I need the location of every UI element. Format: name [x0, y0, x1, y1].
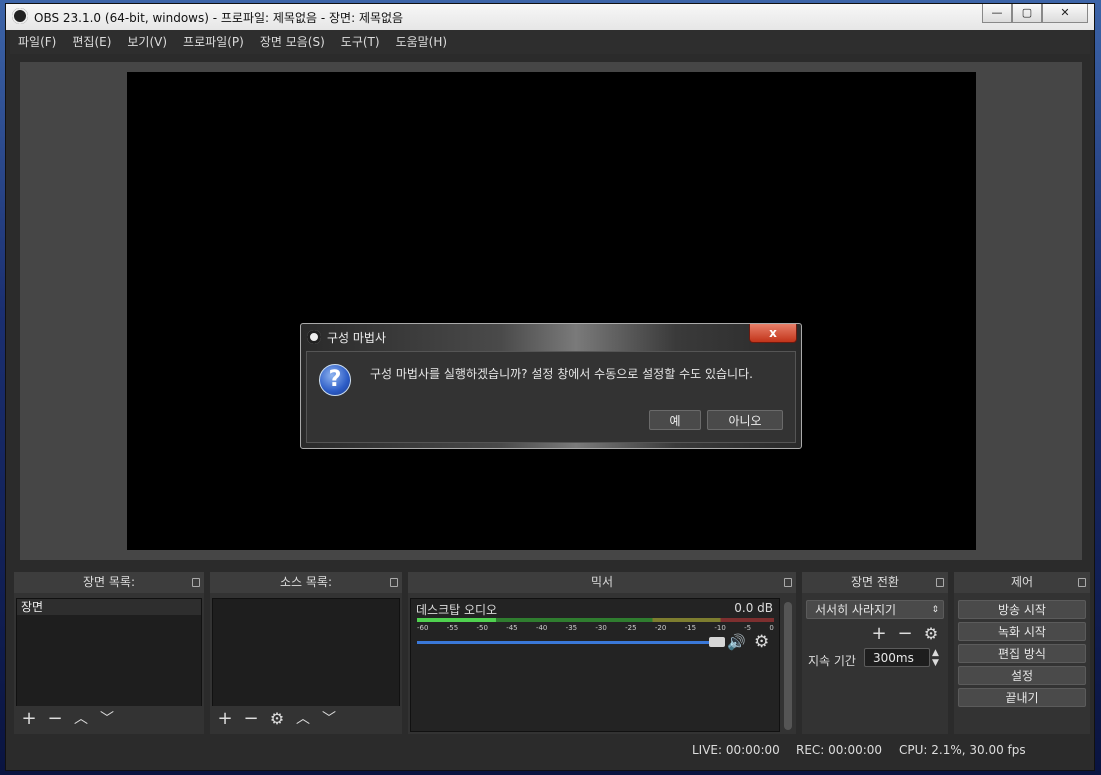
- remove-scene-icon[interactable]: −: [42, 708, 68, 730]
- transitions-dock: 장면 전환 서서히 사라지기 ⇕ + − ⚙ 지속 기간 300ms ▲ ▼: [802, 572, 948, 734]
- meter-tick: -55: [446, 624, 459, 632]
- duration-input[interactable]: 300ms: [864, 648, 930, 667]
- controls-dock-title: 제어: [1010, 575, 1034, 589]
- volume-meter-level: [417, 618, 496, 622]
- menu-tools[interactable]: 도구(T): [333, 30, 388, 54]
- mixer-dock-title: 믹서: [590, 575, 614, 589]
- no-button[interactable]: 아니오: [707, 410, 783, 430]
- dock-float-icon[interactable]: [784, 578, 792, 587]
- remove-source-icon[interactable]: −: [238, 708, 264, 730]
- meter-tick: -60: [417, 624, 429, 632]
- yes-button[interactable]: 예: [649, 410, 701, 430]
- title-bar[interactable]: OBS 23.1.0 (64-bit, windows) - 프로파일: 제목없…: [6, 4, 1094, 30]
- dialog-message: 구성 마법사를 실행하겠습니까? 설정 창에서 수동으로 설정할 수도 있습니다…: [370, 367, 753, 381]
- sources-dock: 소스 목록: + − ⚙ ︿ ﹀: [210, 572, 402, 734]
- transition-properties-icon[interactable]: ⚙: [918, 623, 944, 645]
- meter-tick: -5: [744, 624, 752, 632]
- remove-transition-icon[interactable]: −: [892, 623, 918, 645]
- meter-tick: 0: [769, 624, 774, 632]
- scenes-dock-title: 장면 목록:: [82, 575, 136, 589]
- duration-value: 300ms: [873, 651, 914, 665]
- dialog-title: 구성 마법사: [327, 331, 387, 345]
- select-arrows-icon: ⇕: [931, 605, 939, 615]
- speaker-icon[interactable]: 🔊: [727, 633, 746, 651]
- volume-slider[interactable]: [417, 641, 717, 644]
- auto-config-dialog: 구성 마법사 x ? 구성 마법사를 실행하겠습니까? 설정 창에서 수동으로 …: [300, 323, 802, 449]
- menu-bar: 파일(F) 편집(E) 보기(V) 프로파일(P) 장면 모음(S) 도구(T)…: [10, 30, 1090, 54]
- mixer-dock: 믹서 데스크탑 오디오 0.0 dB -60 -55 -50 -45 -40 -35 -30…: [408, 572, 796, 734]
- meter-tick: -10: [714, 624, 726, 632]
- sources-dock-title: 소스 목록:: [279, 575, 333, 589]
- window-title: OBS 23.1.0 (64-bit, windows) - 프로파일: 제목없…: [34, 11, 404, 25]
- exit-button[interactable]: 끝내기: [958, 688, 1086, 707]
- minimize-button[interactable]: —: [982, 4, 1012, 23]
- meter-tick: -50: [476, 624, 488, 632]
- menu-edit[interactable]: 편집(E): [64, 30, 119, 54]
- add-source-icon[interactable]: +: [212, 708, 238, 730]
- obs-logo-icon: [307, 330, 321, 344]
- meter-tick: -15: [684, 624, 697, 632]
- meter-ticks: -60 -55 -50 -45 -40 -35 -30 -25 -20 -15 -10 -5 0: [417, 624, 774, 632]
- transitions-dock-title: 장면 전환: [851, 575, 899, 589]
- move-up-icon[interactable]: ︿: [68, 708, 94, 730]
- move-down-icon[interactable]: ﹀: [94, 708, 120, 730]
- volume-meter: [417, 618, 774, 622]
- mixer-track-name: 데스크탑 오디오: [416, 603, 498, 617]
- question-icon: ?: [319, 364, 351, 396]
- start-recording-button[interactable]: 녹화 시작: [958, 622, 1086, 641]
- dialog-body: ? 구성 마법사를 실행하겠습니까? 설정 창에서 수동으로 설정할 수도 있습…: [306, 351, 796, 443]
- menu-file[interactable]: 파일(F): [10, 30, 64, 54]
- duration-label: 지속 기간: [808, 654, 856, 668]
- dock-float-icon[interactable]: [192, 578, 200, 587]
- menu-scene-collection[interactable]: 장면 모음(S): [252, 30, 333, 54]
- obs-logo-icon: [12, 8, 28, 24]
- duration-spinner-icon[interactable]: ▲ ▼: [932, 648, 939, 668]
- dock-float-icon[interactable]: [390, 578, 398, 587]
- dock-float-icon[interactable]: [936, 578, 944, 587]
- mixer-area: 데스크탑 오디오 0.0 dB -60 -55 -50 -45 -40 -35 -30 -25…: [410, 598, 780, 732]
- volume-slider-knob[interactable]: [709, 637, 725, 647]
- add-transition-icon[interactable]: +: [866, 623, 892, 645]
- move-down-icon[interactable]: ﹀: [316, 708, 342, 730]
- meter-tick: -20: [654, 624, 667, 632]
- scenes-list[interactable]: 장면: [16, 598, 202, 708]
- live-status: LIVE: 00:00:00: [692, 743, 780, 757]
- start-streaming-button[interactable]: 방송 시작: [958, 600, 1086, 619]
- dock-float-icon[interactable]: [1078, 578, 1086, 587]
- add-scene-icon[interactable]: +: [16, 708, 42, 730]
- scenes-dock: 장면 목록: 장면 + − ︿ ﹀: [14, 572, 204, 734]
- source-properties-icon[interactable]: ⚙: [264, 708, 290, 730]
- controls-dock: 제어 방송 시작 녹화 시작 편집 방식 설정 끝내기: [954, 572, 1090, 734]
- menu-profile[interactable]: 프로파일(P): [175, 30, 252, 54]
- maximize-button[interactable]: ▢: [1012, 4, 1042, 23]
- preview-area: [20, 62, 1082, 560]
- mixer-db-value: 0.0 dB: [734, 601, 773, 615]
- move-up-icon[interactable]: ︿: [290, 708, 316, 730]
- rec-status: REC: 00:00:00: [796, 743, 883, 757]
- meter-tick: -30: [595, 624, 607, 632]
- dialog-close-button[interactable]: x: [749, 324, 797, 343]
- meter-tick: -40: [535, 624, 548, 632]
- meter-tick: -25: [625, 624, 637, 632]
- sources-list[interactable]: [212, 598, 400, 708]
- transition-select-value: 서서히 사라지기: [815, 603, 897, 617]
- preview-canvas[interactable]: [127, 72, 976, 550]
- scene-item[interactable]: 장면: [17, 599, 201, 615]
- mixer-settings-icon[interactable]: ⚙: [754, 632, 769, 652]
- meter-tick: -35: [565, 624, 578, 632]
- settings-button[interactable]: 설정: [958, 666, 1086, 685]
- meter-tick: -45: [506, 624, 518, 632]
- close-button[interactable]: ✕: [1042, 4, 1088, 23]
- transition-select[interactable]: 서서히 사라지기 ⇕: [806, 600, 944, 619]
- studio-mode-button[interactable]: 편집 방식: [958, 644, 1086, 663]
- cpu-status: CPU: 2.1%, 30.00 fps: [899, 743, 1026, 757]
- mixer-scrollbar[interactable]: [784, 602, 792, 730]
- menu-help[interactable]: 도움말(H): [388, 30, 456, 54]
- menu-view[interactable]: 보기(V): [119, 30, 175, 54]
